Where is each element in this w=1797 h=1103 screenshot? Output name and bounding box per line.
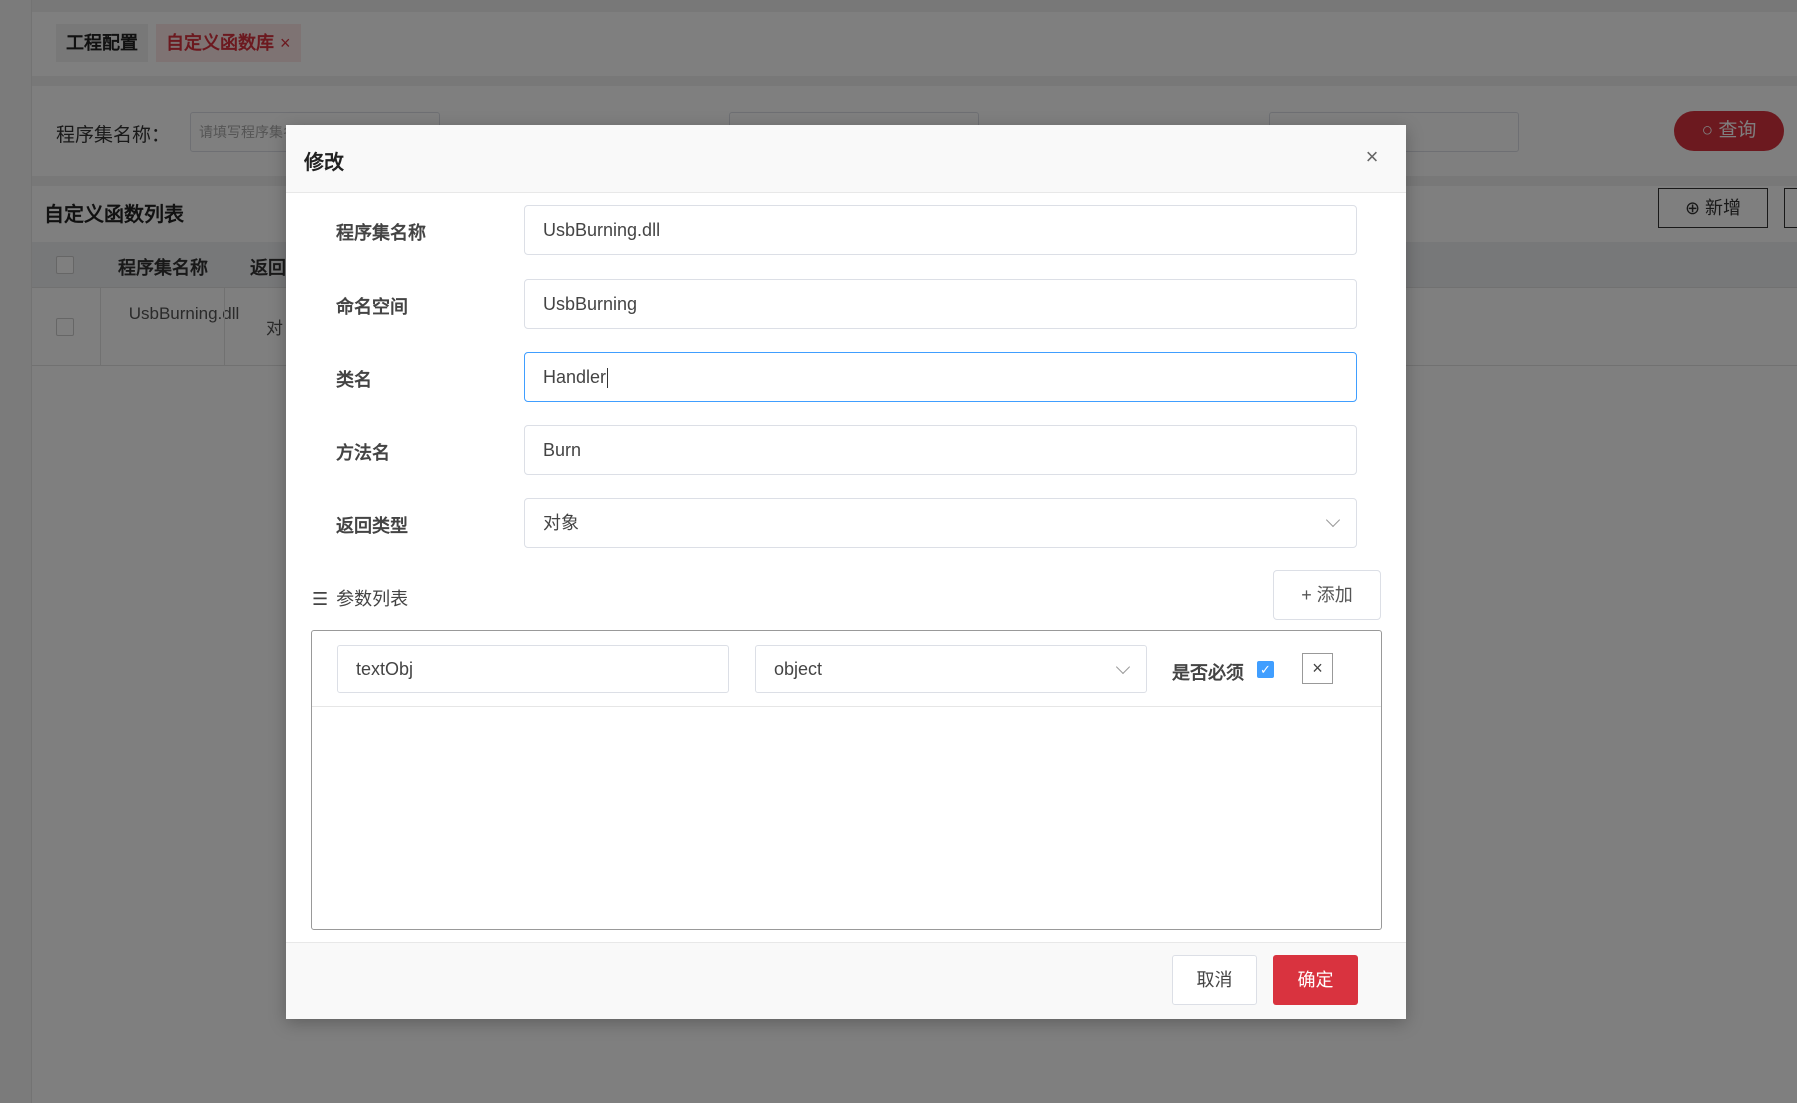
param-type-value: object [774, 659, 823, 679]
return-type-value: 对象 [543, 513, 579, 533]
assembly-name-field[interactable]: UsbBurning.dll [524, 205, 1357, 255]
param-name-field[interactable]: textObj [337, 645, 729, 693]
add-param-button[interactable]: + 添加 [1273, 570, 1381, 620]
form-row-class: 类名 Handler [286, 352, 1406, 402]
field-label: 命名空间 [336, 297, 408, 317]
return-type-select[interactable]: 对象 [524, 498, 1357, 548]
close-icon: × [1312, 658, 1323, 678]
class-name-field[interactable]: Handler [524, 352, 1357, 402]
param-type-select[interactable]: object [755, 645, 1147, 693]
required-checkbox[interactable]: ✓ [1257, 661, 1274, 678]
chevron-down-icon [1115, 659, 1131, 675]
params-list: textObj object 是否必须 ✓ × [311, 630, 1382, 930]
cancel-button[interactable]: 取消 [1172, 955, 1257, 1005]
param-row: textObj object 是否必须 ✓ × [312, 631, 1381, 707]
dialog-header: 修改 × [286, 125, 1406, 193]
form-row-return-type: 返回类型 对象 [286, 498, 1406, 548]
list-icon: ☰ [312, 589, 329, 609]
dialog-title: 修改 [304, 152, 344, 174]
field-label: 方法名 [336, 443, 390, 463]
close-icon[interactable]: × [1362, 146, 1382, 168]
confirm-button[interactable]: 确定 [1273, 955, 1358, 1005]
form-row-assembly: 程序集名称 UsbBurning.dll [286, 205, 1406, 255]
params-title: ☰ 参数列表 [312, 585, 408, 611]
required-label: 是否必须 [1172, 663, 1244, 683]
text-caret [607, 368, 609, 389]
field-label: 类名 [336, 370, 372, 390]
add-param-label: 添加 [1316, 585, 1353, 605]
remove-param-button[interactable]: × [1302, 653, 1333, 684]
chevron-down-icon [1325, 512, 1341, 528]
field-label: 程序集名称 [336, 223, 426, 243]
form-row-method: 方法名 Burn [286, 425, 1406, 475]
params-title-label: 参数列表 [336, 589, 409, 609]
namespace-field[interactable]: UsbBurning [524, 279, 1357, 329]
plus-icon: + [1301, 585, 1317, 605]
form-row-namespace: 命名空间 UsbBurning [286, 279, 1406, 329]
method-name-field[interactable]: Burn [524, 425, 1357, 475]
class-name-value: Handler [543, 367, 607, 387]
edit-dialog: 修改 × 程序集名称 UsbBurning.dll 命名空间 UsbBurnin… [286, 125, 1406, 1019]
field-label: 返回类型 [336, 516, 408, 536]
dialog-footer: 取消 确定 [286, 942, 1406, 1019]
